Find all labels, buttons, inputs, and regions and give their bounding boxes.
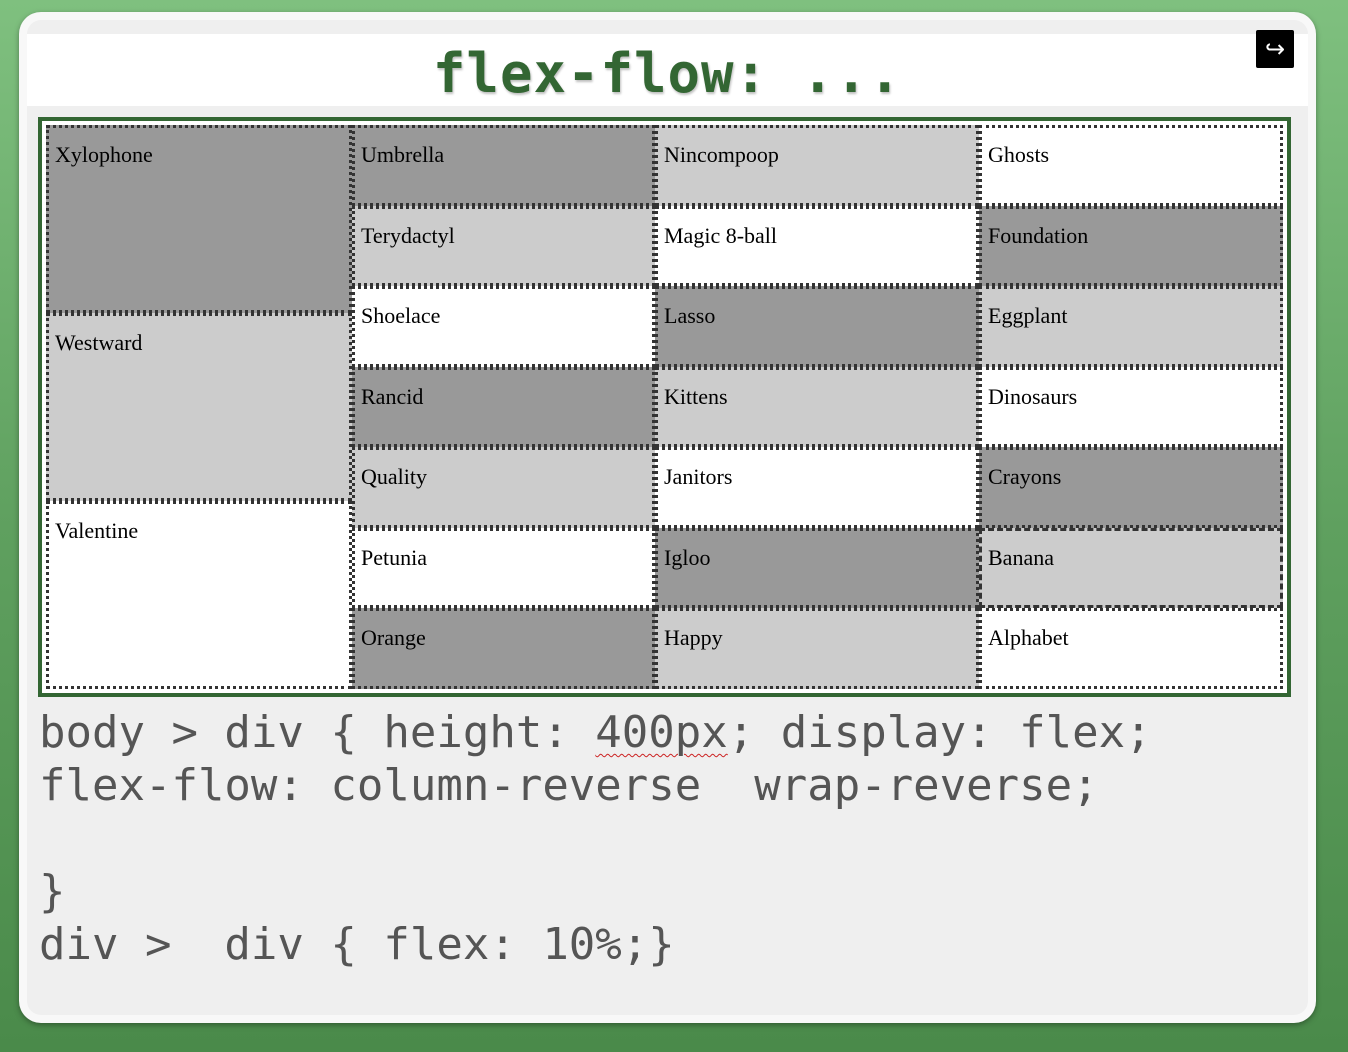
code-line-5: div > div { flex: 10%;} xyxy=(39,919,675,970)
code-editor[interactable]: body > div { height: 400px; display: fle… xyxy=(39,706,1152,971)
flex-item: Crayons xyxy=(979,447,1283,528)
flex-item: Eggplant xyxy=(979,286,1283,367)
page-title: flex-flow: ... xyxy=(432,42,903,105)
flex-item: Nincompoop xyxy=(655,125,979,206)
code-line-1a: body > div { height: xyxy=(39,707,596,758)
flex-item: Kittens xyxy=(655,366,979,448)
flex-item: Xylophone xyxy=(46,125,352,313)
flex-item: Petunia xyxy=(352,527,655,609)
flex-item: Rancid xyxy=(352,366,655,448)
back-arrow-icon[interactable]: ↪ xyxy=(1256,30,1294,68)
flex-item: Westward xyxy=(46,313,352,501)
flex-item: Foundation xyxy=(979,205,1283,287)
flex-item: Alphabet xyxy=(979,608,1283,689)
flex-item: Quality xyxy=(352,447,655,528)
flex-item: Happy xyxy=(655,608,979,689)
code-line-1c: ; display: flex; xyxy=(727,707,1152,758)
flex-item: Dinosaurs xyxy=(979,366,1283,448)
flex-item: Igloo xyxy=(655,527,979,609)
flex-item: Lasso xyxy=(655,286,979,367)
flex-demo-container: Xylophone Westward Valentine Umbrella Teryda… xyxy=(38,117,1291,697)
flex-item: Banana xyxy=(979,527,1283,609)
flex-item: Valentine xyxy=(46,501,352,689)
flex-item: Ghosts xyxy=(979,125,1283,206)
flex-item: Shoelace xyxy=(352,286,655,367)
code-line-2: flex-flow: column-reverse wrap-reverse; xyxy=(39,760,1099,811)
flex-item: Orange xyxy=(352,608,655,689)
flex-item: Umbrella xyxy=(352,125,655,206)
slide-content: flex-flow: ... ↪ Xylophone Westward Valent… xyxy=(27,20,1308,1015)
code-line-1b: 400px xyxy=(595,707,728,758)
code-line-4: } xyxy=(39,866,66,917)
flex-item: Magic 8-ball xyxy=(655,205,979,287)
flex-demo-grid: Xylophone Westward Valentine Umbrella Teryda… xyxy=(46,125,1283,689)
slide-card: flex-flow: ... ↪ Xylophone Westward Valent… xyxy=(19,12,1316,1023)
flex-item: Janitors xyxy=(655,447,979,528)
flex-item: Terydactyl xyxy=(352,205,655,287)
